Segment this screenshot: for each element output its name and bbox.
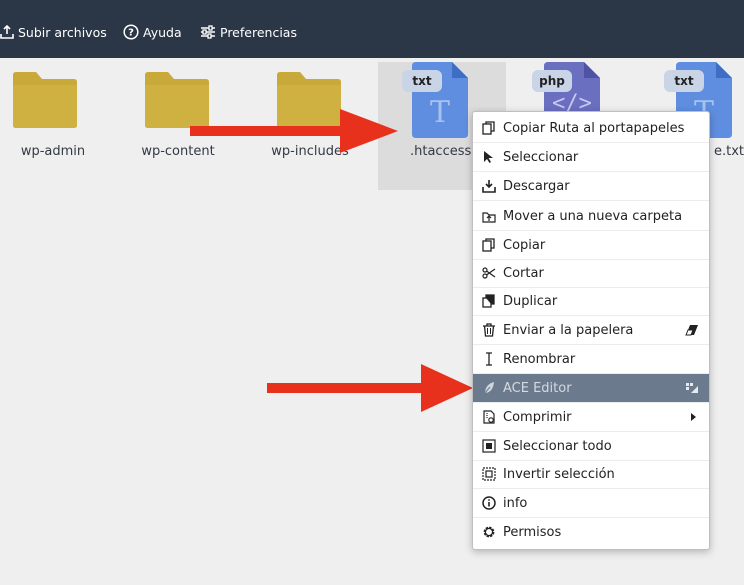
menu-item-label: Mover a una nueva carpeta [503, 209, 683, 224]
menu-item-download[interactable]: Descargar [473, 172, 709, 201]
cursor-icon [484, 151, 493, 163]
move-folder-icon [482, 212, 496, 223]
info-icon [482, 496, 496, 510]
menu-item-label: Copiar Ruta al portapapeles [503, 121, 685, 136]
menu-item-rename[interactable]: Renombrar [473, 345, 709, 374]
eraser-icon [685, 325, 698, 336]
file-type-badge: txt [402, 70, 442, 92]
menu-item-label: Seleccionar todo [503, 439, 612, 454]
menu-item-permissions[interactable]: Permisos [473, 518, 709, 547]
file-type-badge: txt [664, 70, 704, 92]
file-type-badge: php [532, 70, 572, 92]
feather-icon [483, 382, 494, 395]
upload-icon [0, 25, 14, 39]
help-label: Ayuda [143, 24, 182, 40]
text-cursor-icon [486, 352, 492, 366]
menu-item-label: Seleccionar [503, 150, 579, 165]
menu-item-label: Invertir selección [503, 467, 615, 482]
archive-icon [483, 410, 495, 424]
menu-item-info[interactable]: info [473, 489, 709, 518]
trash-icon [483, 323, 495, 337]
select-all-icon [482, 439, 496, 453]
invert-selection-icon [482, 467, 496, 481]
menu-item-trash[interactable]: Enviar a la papelera [473, 316, 709, 345]
file-name: wp-admin [20, 144, 86, 159]
menu-item-copy-path[interactable]: Copiar Ruta al portapapeles [473, 114, 709, 143]
duplicate-icon [482, 294, 495, 308]
download-icon [482, 180, 496, 193]
sliders-icon [201, 25, 215, 39]
menu-item-invert-selection[interactable]: Invertir selección [473, 460, 709, 489]
menu-item-select[interactable]: Seleccionar [473, 143, 709, 172]
menu-item-ace-editor[interactable]: ACE Editor [473, 374, 709, 403]
copy-path-icon [482, 121, 495, 135]
menu-item-duplicate[interactable]: Duplicar [473, 287, 709, 316]
preferences-button[interactable]: Preferencias [200, 23, 297, 41]
menu-item-move-folder[interactable]: Mover a una nueva carpeta [473, 202, 709, 231]
menu-item-label: Enviar a la papelera [503, 323, 634, 338]
context-menu: Copiar Ruta al portapapeles Seleccionar … [472, 111, 710, 550]
menu-item-label: Permisos [503, 525, 562, 540]
menu-item-label: Descargar [503, 179, 570, 194]
preferences-label: Preferencias [220, 24, 297, 40]
menu-item-label: Copiar [503, 238, 546, 253]
gear-icon [483, 526, 495, 538]
menu-item-select-all[interactable]: Seleccionar todo [473, 432, 709, 461]
chevron-right-icon [691, 413, 696, 421]
file-item-wp-admin[interactable]: wp-admin [0, 62, 127, 190]
upload-label: Subir archivos [18, 24, 107, 40]
svg-text:?: ? [128, 28, 134, 39]
annotation-arrow-top [190, 109, 398, 153]
menu-item-label: Duplicar [503, 294, 558, 309]
help-icon: ? [123, 24, 139, 40]
help-button[interactable]: ? Ayuda [123, 23, 182, 41]
menu-item-label: Cortar [503, 266, 544, 281]
menu-item-label: ACE Editor [503, 381, 572, 396]
menu-item-label: info [503, 496, 528, 511]
editor-icon [686, 383, 698, 393]
copy-icon [482, 238, 495, 252]
annotation-arrow-bottom [267, 364, 473, 412]
menu-item-compress[interactable]: Comprimir [473, 403, 709, 432]
menu-item-label: Renombrar [503, 352, 576, 367]
top-toolbar: Subir archivos ? Ayuda Preferencias [0, 0, 744, 58]
menu-item-cut[interactable]: Cortar [473, 259, 709, 288]
svg-text:T: T [430, 95, 450, 130]
scissors-icon [482, 267, 496, 279]
folder-icon [13, 72, 77, 128]
menu-item-label: Comprimir [503, 410, 572, 425]
upload-button[interactable]: Subir archivos [0, 23, 107, 41]
menu-item-copy[interactable]: Copiar [473, 231, 709, 260]
